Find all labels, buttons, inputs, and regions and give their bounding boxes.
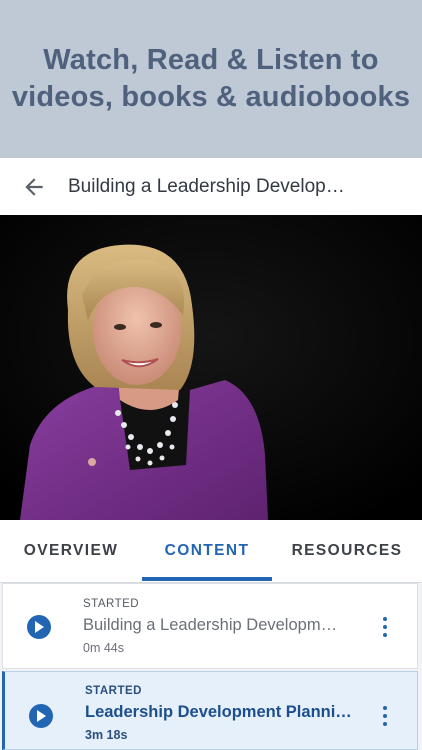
tab-resources[interactable]: RESOURCES — [272, 520, 422, 582]
tab-content-label: CONTENT — [164, 542, 250, 559]
back-button[interactable] — [16, 169, 52, 205]
tab-resources-label: RESOURCES — [291, 542, 403, 559]
tab-content[interactable]: CONTENT — [142, 520, 272, 582]
promo-banner: Watch, Read & Listen to videos, books & … — [0, 0, 422, 158]
more-options-button[interactable] — [377, 704, 393, 728]
tab-overview-label: OVERVIEW — [23, 542, 119, 559]
video-frame-speaker — [0, 215, 422, 520]
promo-headline-line-1: Watch, Read & Listen to — [43, 44, 379, 76]
page-title: Building a Leadership Develop… — [68, 175, 345, 197]
item-duration: 3m 18s — [85, 728, 128, 742]
content-list: STARTED Building a Leadership Developm… … — [0, 583, 422, 750]
item-title: Leadership Development Planni… — [85, 703, 352, 721]
more-vertical-icon — [383, 706, 387, 726]
more-options-button[interactable] — [377, 615, 393, 639]
item-title: Building a Leadership Developm… — [83, 616, 338, 634]
arrow-left-icon — [25, 177, 43, 196]
tab-bar: OVERVIEW CONTENT RESOURCES — [0, 520, 422, 583]
item-status: STARTED — [83, 598, 140, 610]
video-player[interactable] — [0, 215, 422, 520]
list-item[interactable]: STARTED Building a Leadership Developm… … — [2, 583, 418, 669]
active-tab-indicator — [142, 577, 272, 581]
app-bar: Building a Leadership Develop… — [0, 158, 422, 215]
play-icon — [35, 621, 44, 633]
play-button[interactable] — [27, 615, 51, 639]
play-icon — [37, 710, 46, 722]
item-status: STARTED — [85, 685, 142, 697]
list-item[interactable]: STARTED Leadership Development Planni… 3… — [2, 671, 418, 750]
more-vertical-icon — [383, 617, 387, 637]
tab-overview[interactable]: OVERVIEW — [0, 520, 142, 582]
promo-headline-line-2: videos, books & audiobooks — [11, 81, 411, 113]
play-button[interactable] — [29, 704, 53, 728]
item-duration: 0m 44s — [83, 641, 124, 655]
